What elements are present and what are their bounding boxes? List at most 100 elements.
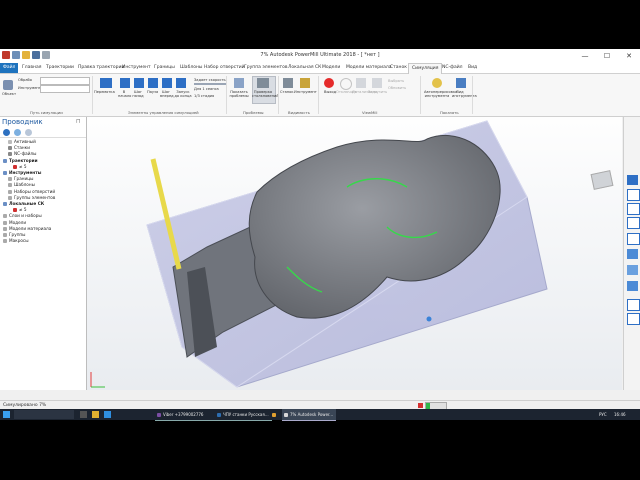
speed-slider[interactable] (194, 83, 226, 85)
tree-item[interactable]: Активный (8, 139, 36, 145)
tree-item[interactable]: Слои и наборы (3, 213, 42, 219)
tab-workplanes[interactable]: Локальная СК (288, 63, 321, 73)
tree-item[interactable]: Границы (8, 176, 33, 182)
input-language[interactable]: РУС (597, 409, 607, 420)
view-tool-icon[interactable] (456, 78, 466, 88)
show-problems-icon[interactable] (234, 78, 244, 88)
view-tool-button[interactable]: Вид инструмента (452, 90, 477, 98)
viewmill-detail-icon[interactable] (356, 78, 366, 88)
tab-file[interactable]: Файл (0, 63, 19, 73)
tree-item[interactable]: Траектории (3, 158, 38, 164)
view-iso-icon[interactable] (627, 175, 638, 185)
step-back-button[interactable]: Шаг назад (132, 90, 144, 98)
tree-item[interactable]: Наборы отверстий (8, 189, 55, 195)
select-icon[interactable] (627, 299, 640, 311)
tab-feature-groups[interactable]: Группа элементов (244, 63, 288, 73)
show-problems-button[interactable]: Показать проблемы (229, 90, 249, 98)
wireframe-icon[interactable] (627, 265, 638, 275)
tree-item-icon (13, 208, 17, 213)
tab-simulation[interactable]: Симуляция (408, 63, 443, 74)
stop-icon[interactable] (418, 403, 423, 408)
tool-select[interactable] (40, 85, 90, 93)
viewmill-select-button[interactable]: Выбрать (388, 79, 404, 83)
tab-view[interactable]: Вид (468, 63, 477, 73)
pause-icon[interactable] (148, 78, 158, 88)
tree-item[interactable]: ≠ 5 (13, 164, 27, 170)
tree-item-label: Макросы (9, 238, 29, 244)
autorecolor-button[interactable]: Автоперерисовка инструмента (424, 90, 457, 98)
tab-tool[interactable]: Инструмент (122, 63, 151, 73)
taskbar-item-powermill[interactable]: 7% Autodesk Power... (282, 409, 336, 421)
tab-patterns[interactable]: Шаблоны (180, 63, 202, 73)
zoom-icon[interactable] (627, 189, 640, 201)
tab-boundaries[interactable]: Границы (154, 63, 175, 73)
tree-item[interactable]: Модели (3, 220, 26, 226)
taskbar-item-browser[interactable]: ЧПУ станки Русская... (215, 409, 272, 421)
zoom-fit-icon[interactable] (627, 233, 640, 245)
tree-item[interactable]: Макросы (3, 238, 29, 244)
pan-icon[interactable] (627, 203, 640, 215)
tab-toolpaths[interactable]: Траектории (46, 63, 74, 73)
tree-item[interactable]: Модели материала (3, 226, 51, 232)
tab-toolpath-edit[interactable]: Правка траектории (78, 63, 124, 73)
taskbar-search[interactable] (14, 410, 74, 419)
machine-icon[interactable] (283, 78, 293, 88)
rewind-button[interactable]: Перемотка (94, 90, 115, 94)
tool-visibility-button[interactable]: Инструмент (294, 90, 317, 94)
rotate-icon[interactable] (627, 217, 640, 229)
tree-item[interactable]: Группы элементов (8, 195, 55, 201)
tree-item[interactable]: Станки (8, 145, 30, 151)
clock[interactable]: 16:46 (612, 409, 626, 420)
toolpath-select[interactable] (40, 77, 90, 85)
shaded-icon[interactable] (627, 249, 638, 259)
run-to-end-button[interactable]: Запуск до конца (174, 90, 192, 98)
machine-visibility-button[interactable]: Станок (280, 90, 294, 94)
viewmill-off-icon[interactable] (340, 78, 352, 90)
tree-item[interactable]: ≠ 5 (13, 207, 27, 213)
object-icon[interactable] (3, 80, 13, 90)
tool-icon[interactable] (300, 78, 310, 88)
to-start-button[interactable]: В начало (118, 90, 131, 98)
tab-models[interactable]: Модели (322, 63, 340, 73)
explorer-filter-icon[interactable] (14, 129, 21, 136)
edge-app-icon[interactable] (104, 411, 111, 418)
tree-item[interactable]: Группы (3, 232, 25, 238)
transparency-icon[interactable] (627, 281, 638, 291)
tab-machine[interactable]: Станок (390, 63, 407, 73)
viewmill-load-button[interactable]: Загрузить (368, 90, 387, 94)
tree-item[interactable]: Шаблоны (8, 182, 35, 188)
tree-item[interactable]: NC-файлы (8, 151, 36, 157)
tree-item[interactable]: Инструменты (3, 170, 41, 176)
to-start-icon[interactable] (120, 78, 130, 88)
windows-start-icon[interactable] (3, 411, 10, 418)
minimize-button[interactable]: — (574, 49, 596, 63)
origin-marker (426, 316, 432, 322)
explorer-app-icon[interactable] (92, 411, 99, 418)
exit-button[interactable]: Выход (324, 90, 336, 94)
taskbar-item-viber[interactable]: Viber +3799002776 (155, 409, 217, 421)
tab-holesets[interactable]: Набор отверстий (204, 63, 245, 73)
tab-stock-models[interactable]: Модели материала (346, 63, 391, 73)
task-view-icon[interactable] (80, 411, 87, 418)
measure-icon[interactable] (627, 313, 640, 325)
tab-nc-file[interactable]: NC-файл (442, 63, 463, 73)
graphics-viewport[interactable] (87, 117, 622, 390)
step-forward-icon[interactable] (162, 78, 172, 88)
explorer-settings-icon[interactable] (25, 129, 32, 136)
explorer-pin-icon[interactable]: ⊓ (76, 118, 81, 125)
viewmill-update-button[interactable]: Обновить (388, 86, 406, 90)
autorecolor-icon[interactable] (432, 78, 442, 88)
step-forward-button[interactable]: Шаг вперед (160, 90, 174, 98)
pause-button[interactable]: Пауза (147, 90, 158, 94)
close-button[interactable]: ✕ (618, 49, 640, 63)
step-back-icon[interactable] (134, 78, 144, 88)
explorer-home-icon[interactable] (3, 129, 10, 136)
tab-home[interactable]: Главная (22, 63, 41, 73)
run-to-end-icon[interactable] (176, 78, 186, 88)
rewind-icon[interactable] (100, 78, 112, 88)
group-problems: Проблемы (243, 110, 264, 115)
viewmill-load-icon[interactable] (372, 78, 382, 88)
exit-icon[interactable] (324, 78, 334, 88)
tree-item[interactable]: Локальные СК (3, 201, 44, 207)
maximize-button[interactable]: ☐ (596, 49, 618, 63)
